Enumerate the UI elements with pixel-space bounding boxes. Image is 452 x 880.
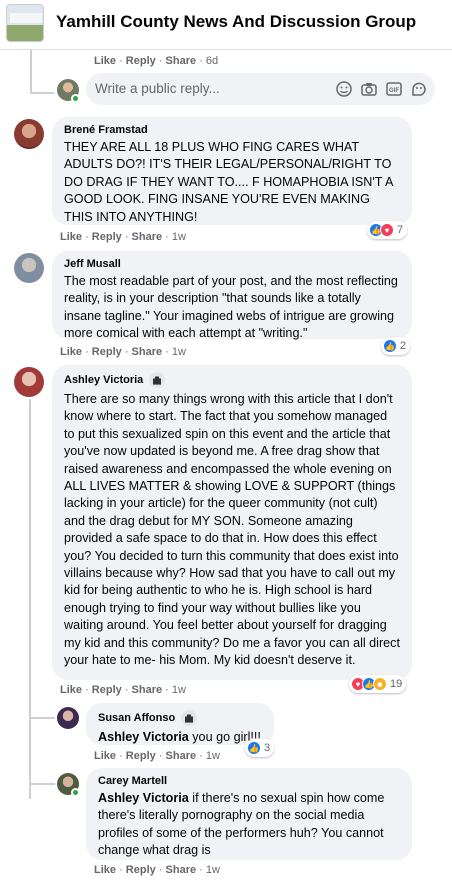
comment-bubble: Brené Framstad THEY ARE ALL 18 PLUS WHO … [52,117,412,225]
reply-actions: Like · Reply · Share · 1w [94,864,220,876]
timestamp[interactable]: 1w [206,864,220,876]
comment-bubble: Jeff Musall The most readable part of yo… [52,251,412,340]
reaction-summary[interactable]: 👍 2 [381,337,411,355]
share-link[interactable]: Share [132,684,163,696]
comment-text: The most readable part of your post, and… [64,274,398,341]
like-reaction-icon: 👍 [383,339,397,353]
mention-tag[interactable]: Ashley Victoria [98,791,189,805]
share-link[interactable]: Share [166,55,197,67]
reaction-summary[interactable]: ♥ 👍 ☻ 19 [349,675,407,693]
avatar[interactable] [14,253,44,283]
group-header: Yamhill County News And Discussion Group [0,0,452,50]
reaction-count: 2 [400,340,407,352]
reply-link[interactable]: Reply [126,55,156,67]
thread-line [29,717,55,719]
comment-actions: Like · Reply · Share · 1w [60,231,186,243]
reply-link[interactable]: Reply [92,346,122,358]
top-fan-badge-icon[interactable] [181,710,198,726]
avatar[interactable] [14,367,44,397]
comment-author[interactable]: Brené Framstad [64,124,400,136]
timestamp[interactable]: 1w [172,346,186,358]
sticker-icon[interactable] [410,80,428,98]
reply-actions: Like · Reply · Share · 1w [94,750,220,762]
haha-reaction-icon: ☻ [373,677,387,691]
reply-bubble: Carey Martell Ashley Victoria if there's… [86,768,412,860]
comment-bubble: Ashley Victoria There are so many things… [52,365,412,680]
top-fan-badge-icon[interactable] [149,372,166,388]
like-link[interactable]: Like [94,750,116,762]
reply-input[interactable]: Write a public reply... GIF [86,73,435,105]
avatar[interactable] [57,707,79,729]
share-link[interactable]: Share [132,346,163,358]
mention-tag[interactable]: Ashley Victoria [98,730,189,744]
comment-author[interactable]: Ashley Victoria [64,374,143,386]
thread-line [30,92,54,94]
comment-author[interactable]: Jeff Musall [64,258,400,270]
reply-link[interactable]: Reply [92,684,122,696]
comment-text: THEY ARE ALL 18 PLUS WHO FING CARES WHAT… [64,140,393,224]
like-link[interactable]: Like [94,864,116,876]
avatar[interactable] [14,119,44,149]
like-link[interactable]: Like [94,55,116,67]
comment-actions: Like · Reply · Share · 1w [60,346,186,358]
share-link[interactable]: Share [166,864,197,876]
thread-line [29,783,55,785]
online-indicator [71,788,80,797]
like-link[interactable]: Like [60,684,82,696]
svg-text:GIF: GIF [389,88,399,94]
timestamp[interactable]: 1w [172,684,186,696]
reaction-count: 3 [264,742,271,754]
online-indicator [71,94,80,103]
prior-comment-actions: Like · Reply · Share · 6d [94,55,219,67]
timestamp[interactable]: 6d [206,55,218,67]
timestamp[interactable]: 1w [206,750,220,762]
thread-line [30,50,32,94]
share-link[interactable]: Share [166,750,197,762]
comment-author-row: Ashley Victoria [64,372,400,388]
reaction-count: 7 [397,224,404,236]
reply-link[interactable]: Reply [126,750,156,762]
camera-icon[interactable] [360,80,378,98]
reaction-summary[interactable]: 👍 3 [245,739,275,757]
love-reaction-icon: ♥ [380,223,394,237]
reaction-summary[interactable]: 👍 ♥ 7 [367,221,408,239]
thread-line [29,399,31,799]
timestamp[interactable]: 1w [172,231,186,243]
like-link[interactable]: Like [60,231,82,243]
emoji-icon[interactable] [335,80,353,98]
like-link[interactable]: Like [60,346,82,358]
share-link[interactable]: Share [132,231,163,243]
like-reaction-icon: 👍 [247,741,261,755]
comment-text: There are so many things wrong with this… [64,392,400,668]
group-title[interactable]: Yamhill County News And Discussion Group [56,12,416,32]
reaction-count: 19 [390,678,403,690]
reply-link[interactable]: Reply [126,864,156,876]
group-thumbnail[interactable] [6,4,44,42]
reply-author[interactable]: Carey Martell [98,775,400,787]
reply-placeholder: Write a public reply... [95,81,220,96]
reply-author[interactable]: Susan Affonso [98,712,175,724]
reply-author-row: Susan Affonso [98,710,262,726]
gif-icon[interactable]: GIF [385,80,403,98]
reply-bubble: Susan Affonso Ashley Victoria you go gir… [86,703,274,745]
comment-actions: Like · Reply · Share · 1w [60,684,186,696]
reply-link[interactable]: Reply [92,231,122,243]
